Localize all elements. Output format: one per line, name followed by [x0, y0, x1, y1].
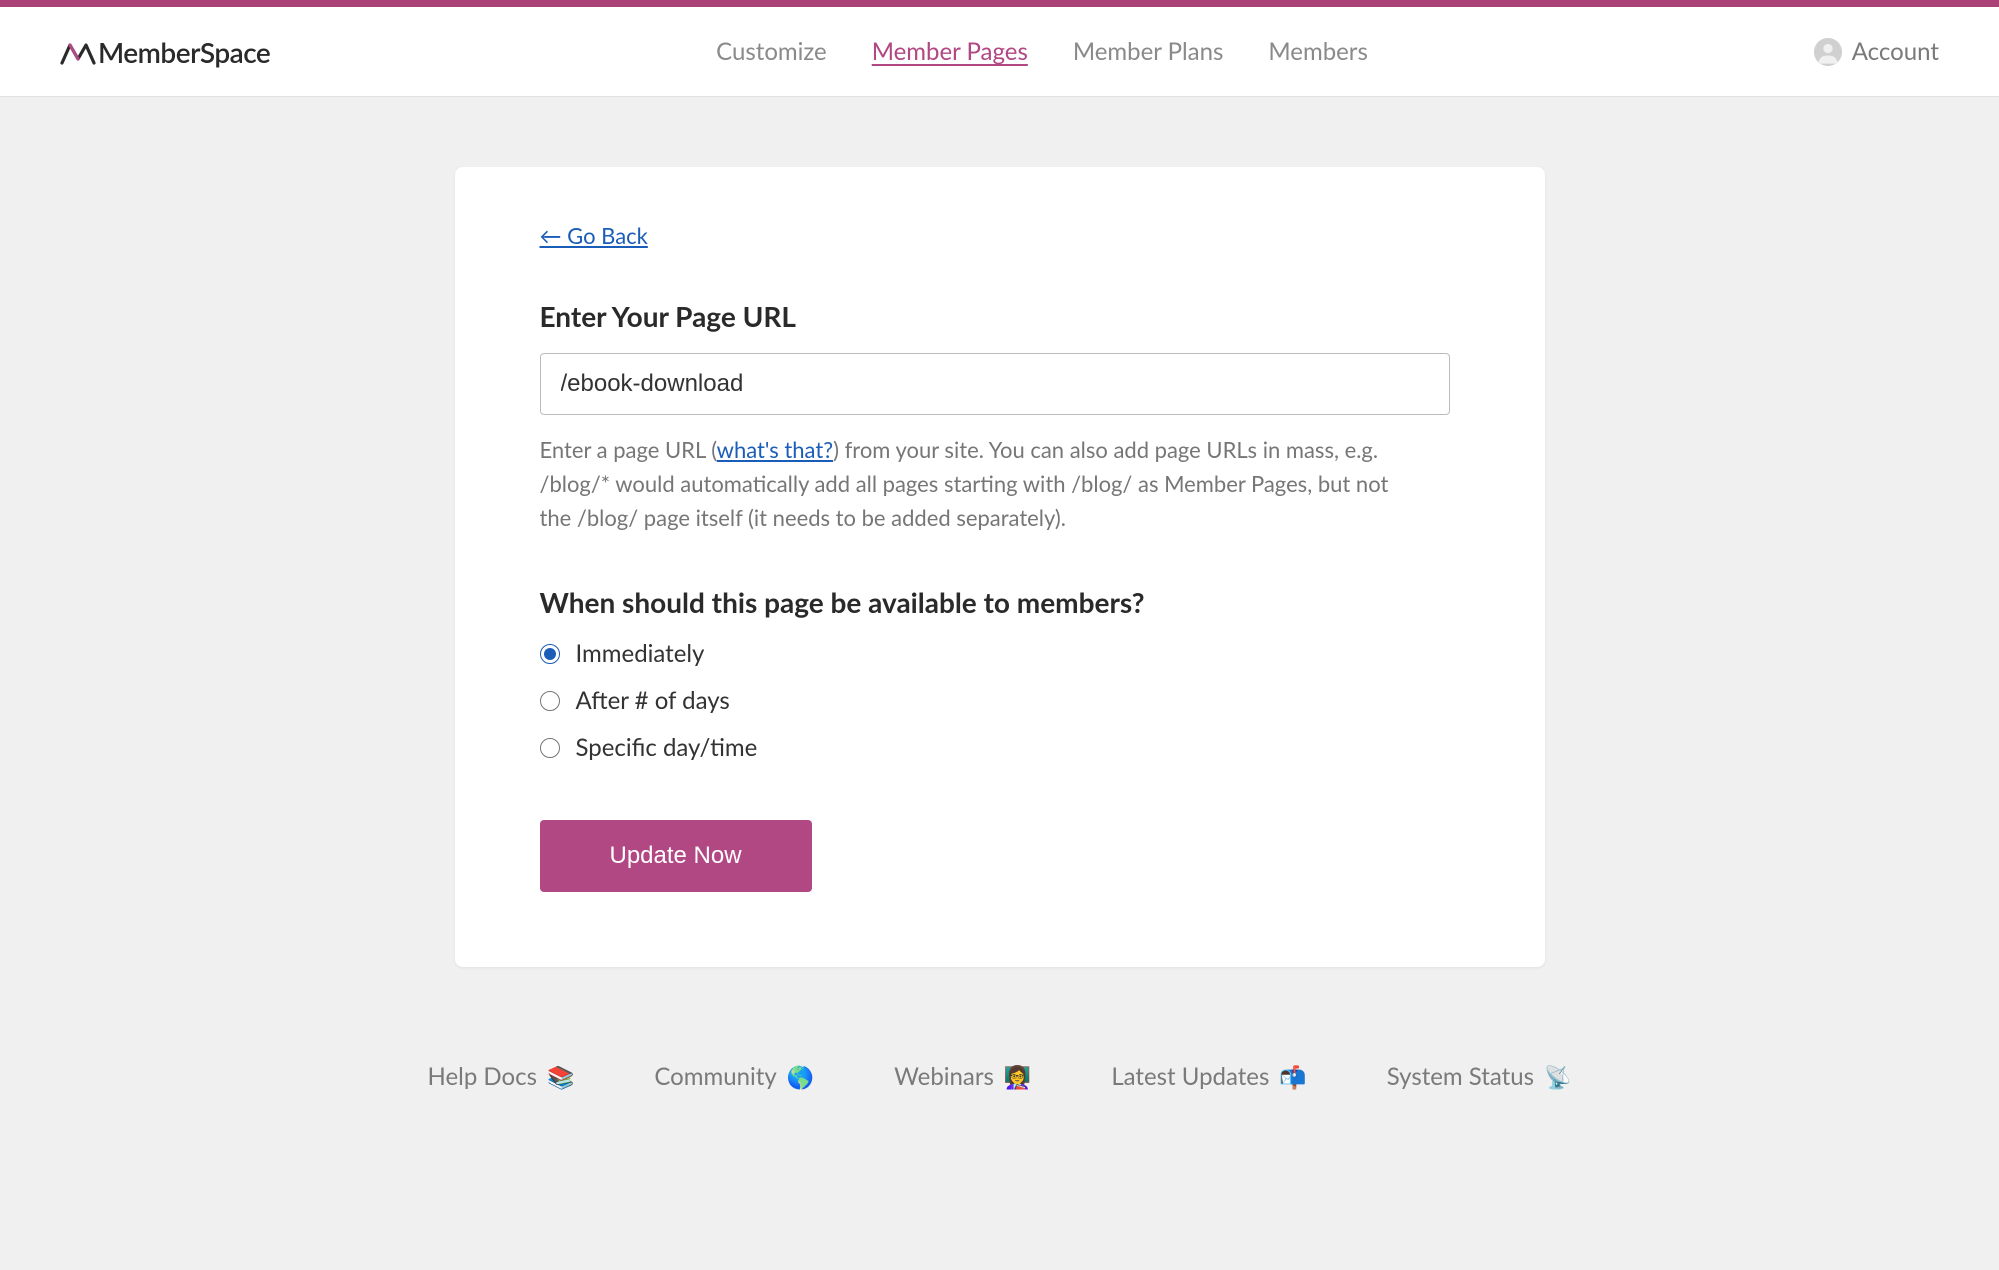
- availability-radio-group: Immediately After # of days Specific day…: [540, 639, 1460, 762]
- radio-label-immediately[interactable]: Immediately: [576, 639, 705, 668]
- radio-label-specific-day[interactable]: Specific day/time: [576, 733, 758, 762]
- page-url-input[interactable]: [540, 353, 1450, 415]
- radio-after-days[interactable]: After # of days: [540, 686, 1460, 715]
- header: MemberSpace Customize Member Pages Membe…: [0, 7, 1999, 97]
- nav-member-pages[interactable]: Member Pages: [872, 37, 1028, 66]
- books-icon: 📚: [547, 1063, 574, 1091]
- go-back-link[interactable]: ← Go Back: [540, 222, 648, 249]
- footer-help-docs[interactable]: Help Docs 📚: [428, 1062, 575, 1091]
- footer-help-docs-label: Help Docs: [428, 1062, 537, 1091]
- footer-latest-updates-label: Latest Updates: [1111, 1062, 1269, 1091]
- footer-webinars-label: Webinars: [894, 1062, 994, 1091]
- url-helper-text: Enter a page URL (what's that?) from you…: [540, 433, 1410, 535]
- nav-member-plans[interactable]: Member Plans: [1073, 37, 1224, 66]
- page-card: ← Go Back Enter Your Page URL Enter a pa…: [455, 167, 1545, 967]
- radio-input-specific-day[interactable]: [540, 738, 560, 758]
- logo-icon: [60, 39, 96, 65]
- nav-customize[interactable]: Customize: [716, 37, 827, 66]
- brand-name: MemberSpace: [98, 35, 270, 69]
- radio-specific-day[interactable]: Specific day/time: [540, 733, 1460, 762]
- whats-that-link[interactable]: what's that?: [717, 436, 833, 463]
- account-menu[interactable]: Account: [1814, 37, 1939, 66]
- satellite-icon: 📡: [1544, 1063, 1571, 1091]
- main: ← Go Back Enter Your Page URL Enter a pa…: [0, 97, 1999, 1027]
- brand-topbar: [0, 0, 1999, 7]
- url-section-title: Enter Your Page URL: [540, 299, 1460, 333]
- update-now-button[interactable]: Update Now: [540, 820, 812, 892]
- footer-system-status-label: System Status: [1387, 1062, 1534, 1091]
- footer-webinars[interactable]: Webinars 👩‍🏫: [894, 1062, 1031, 1091]
- teacher-icon: 👩‍🏫: [1004, 1063, 1031, 1091]
- avatar-icon: [1814, 38, 1842, 66]
- footer-community[interactable]: Community 🌎: [654, 1062, 814, 1091]
- footer-latest-updates[interactable]: Latest Updates 📬: [1111, 1062, 1306, 1091]
- footer-community-label: Community: [654, 1062, 776, 1091]
- footer: Help Docs 📚 Community 🌎 Webinars 👩‍🏫 Lat…: [0, 1027, 1999, 1151]
- radio-input-immediately[interactable]: [540, 644, 560, 664]
- radio-input-after-days[interactable]: [540, 691, 560, 711]
- radio-label-after-days[interactable]: After # of days: [576, 686, 730, 715]
- helper-prefix: Enter a page URL (: [540, 436, 717, 463]
- availability-section-title: When should this page be available to me…: [540, 585, 1460, 619]
- brand-logo[interactable]: MemberSpace: [60, 35, 270, 69]
- footer-system-status[interactable]: System Status 📡: [1387, 1062, 1572, 1091]
- nav-members[interactable]: Members: [1268, 37, 1368, 66]
- account-label: Account: [1852, 37, 1939, 66]
- mailbox-icon: 📬: [1279, 1063, 1306, 1091]
- globe-icon: 🌎: [787, 1063, 814, 1091]
- main-nav: Customize Member Pages Member Plans Memb…: [716, 37, 1368, 66]
- radio-immediately[interactable]: Immediately: [540, 639, 1460, 668]
